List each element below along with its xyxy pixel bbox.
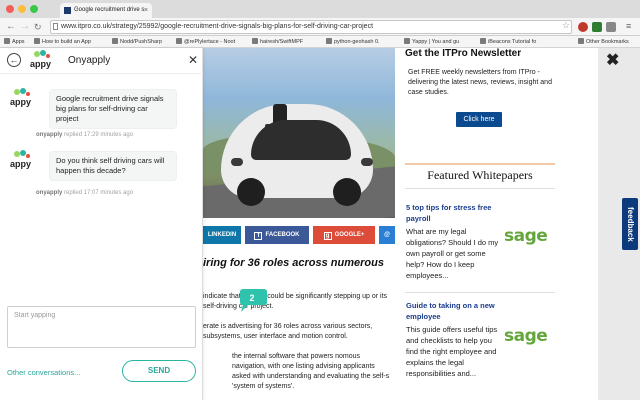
browser-tab[interactable]: Google recruitment drive s × (60, 3, 152, 18)
browser-toolbar: ← → ↻ www.itpro.co.uk/strategy/25992/goo… (0, 18, 640, 36)
avatar-text: appy (10, 97, 31, 107)
whitepaper-title-link[interactable]: 5 top tips for stress free payroll (406, 202, 502, 224)
other-conversations-link[interactable]: Other conversations... (7, 368, 80, 377)
page-icon (176, 38, 182, 44)
apps-grid-icon (4, 38, 10, 44)
url-text: www.itpro.co.uk/strategy/25992/google-re… (61, 23, 374, 30)
close-icon[interactable]: ✕ (188, 53, 198, 67)
close-ad-icon[interactable]: ✖ (606, 50, 619, 70)
divider (405, 292, 555, 293)
onyapply-logo: appy (30, 50, 52, 70)
bookmark-item[interactable]: iBeacons Tutorial fo (480, 38, 536, 45)
google-plus-icon: g (323, 232, 332, 240)
self-driving-car-image (221, 104, 373, 206)
window-minimize-icon[interactable] (18, 5, 26, 13)
unread-count: 2 (249, 293, 254, 303)
bookmark-item[interactable]: Nodd/PushSharp (112, 38, 162, 45)
github-icon (112, 38, 118, 44)
newsletter-text: Get FREE weekly newsletters from ITPro -… (408, 69, 552, 96)
browser-tab-bar: Google recruitment drive s × (0, 0, 640, 18)
page-icon (404, 38, 410, 44)
bookmark-item[interactable]: hairesh/SwiftMPF (252, 38, 303, 45)
github-icon (252, 38, 258, 44)
page-icon (480, 38, 486, 44)
send-button[interactable]: SEND (122, 360, 196, 382)
page-icon (326, 38, 332, 44)
bookmark-item[interactable]: python-geohash 0. (326, 38, 380, 45)
page-icon (53, 23, 58, 30)
article-subheading: iring for 36 roles across numerous (203, 257, 384, 269)
bookmarks-bar: Apps How to build an App Nodd/PushSharp … (0, 36, 640, 48)
share-facebook-button[interactable]: f FACEBOOK (245, 226, 309, 244)
tab-title: Google recruitment drive s (74, 7, 145, 13)
page-icon (34, 38, 40, 44)
article-paragraph: indicate that Google could be significan… (203, 293, 388, 310)
feedback-tab[interactable]: feedback (622, 198, 638, 250)
message-time: replied 17:29 minutes ago (64, 132, 134, 138)
message-time: replied 17:07 minutes ago (64, 190, 134, 196)
message-bubble: Do you think self driving cars will happ… (50, 152, 176, 180)
bookmark-item[interactable]: @rePlylertace - Noot (176, 38, 235, 45)
whitepapers-heading: Featured Whitepapers (427, 168, 533, 182)
onyapply-panel: ← appy Onyapply ✕ appy Google recruitmen… (0, 48, 203, 400)
avatar-text: appy (10, 159, 31, 169)
share-linkedin-button[interactable]: LINKEDIN (203, 226, 241, 244)
menu-icon[interactable]: ≡ (626, 21, 631, 31)
onyapply-avatar: appy (10, 88, 32, 108)
back-arrow-icon[interactable]: ← (7, 53, 21, 67)
whitepaper-description: What are my legal obligations? Should I … (406, 227, 499, 280)
folder-icon (578, 38, 584, 44)
article-paragraph: the internal software that powers nomous… (232, 353, 390, 390)
adblock-extension-icon[interactable] (578, 22, 588, 32)
article-hero-image (203, 48, 395, 218)
bookmark-item[interactable]: Yappy | You and gu (404, 38, 459, 45)
facebook-icon: f (254, 232, 263, 240)
chat-launcher-badge[interactable]: 2 (234, 288, 270, 314)
tab-close-icon[interactable]: × (144, 3, 148, 18)
panel-title: Onyapply (68, 55, 111, 66)
sage-logo[interactable]: sage (504, 326, 554, 346)
forward-arrow-icon[interactable]: → (20, 21, 30, 33)
whitepaper-item: Guide to taking on a new employee This g… (406, 300, 554, 379)
message-meta: onyapply replied 17:29 minutes ago (36, 132, 133, 138)
bookmark-star-icon[interactable]: ☆ (562, 20, 570, 31)
message-input[interactable]: Start yapping (7, 306, 196, 348)
onyapply-avatar: appy (10, 150, 32, 170)
panel-header: ← appy Onyapply ✕ (0, 48, 203, 74)
address-bar[interactable]: www.itpro.co.uk/strategy/25992/google-re… (50, 20, 572, 34)
itpro-favicon-icon (64, 7, 71, 14)
logo-text: appy (30, 59, 51, 69)
message-bubble: Google recruitment drive signals big pla… (50, 90, 176, 128)
window-maximize-icon[interactable] (30, 5, 38, 13)
reload-icon[interactable]: ↻ (34, 21, 42, 33)
extension-icon[interactable] (592, 22, 602, 32)
newsletter-click-here-button[interactable]: Click here (456, 112, 502, 127)
back-arrow-icon[interactable]: ← (6, 21, 16, 33)
bookmark-apps[interactable]: Apps (4, 38, 25, 45)
newsletter-heading: Get the ITPro Newsletter (405, 48, 522, 59)
article-paragraph: erate is advertising for 36 roles across… (203, 323, 373, 340)
message-meta: onyapply replied 17:07 minutes ago (36, 190, 133, 196)
divider (405, 163, 555, 165)
share-email-button[interactable]: @ (379, 226, 395, 244)
whitepaper-title-link[interactable]: Guide to taking on a new employee (406, 300, 502, 322)
message-author: onyapply (36, 132, 63, 138)
message-author: onyapply (36, 190, 63, 196)
share-buttons: LINKEDIN f FACEBOOK g GOOGLE+ @ (203, 226, 395, 244)
window-close-icon[interactable] (6, 5, 14, 13)
sage-logo[interactable]: sage (504, 226, 554, 246)
extension-icon[interactable] (606, 22, 616, 32)
bookmark-item[interactable]: How to build an App (34, 38, 91, 45)
whitepaper-item: 5 top tips for stress free payroll What … (406, 202, 554, 281)
whitepaper-description: This guide offers useful tips and checkl… (406, 325, 498, 378)
divider (405, 188, 555, 189)
share-google-button[interactable]: g GOOGLE+ (313, 226, 375, 244)
bookmark-folder-other[interactable]: Other Bookmarks (578, 38, 629, 45)
